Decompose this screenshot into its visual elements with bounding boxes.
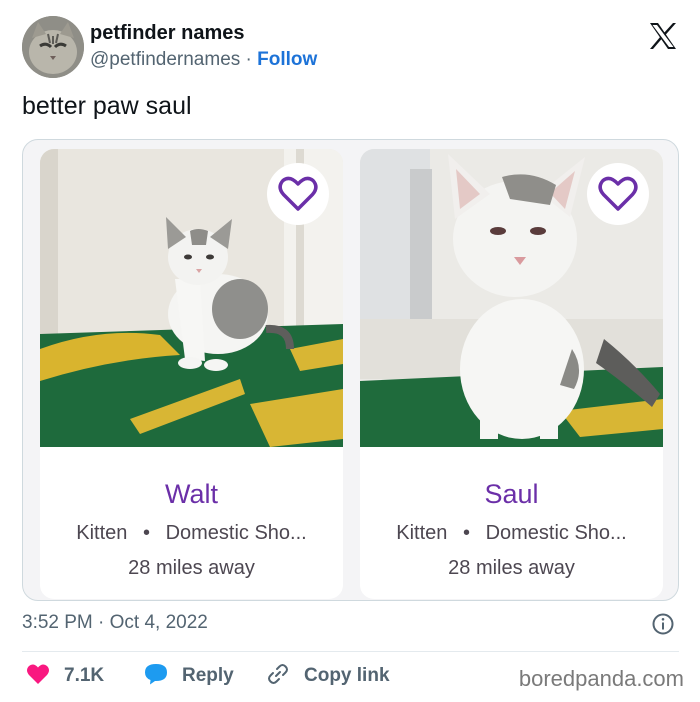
- tweet-media[interactable]: Walt Kitten • Domestic Sho... 28 miles a…: [22, 139, 679, 601]
- tweet-header: petfinder names @petfindernames · Follow: [22, 16, 682, 78]
- pet-distance: 28 miles away: [448, 557, 575, 579]
- pet-breed: Domestic Sho...: [485, 522, 627, 544]
- link-icon: [266, 662, 290, 691]
- pet-age: Kitten: [76, 522, 128, 544]
- x-logo-icon[interactable]: [648, 22, 678, 50]
- copy-link-label: Copy link: [304, 665, 390, 686]
- pet-distance: 28 miles away: [128, 557, 255, 579]
- speech-bubble-icon: [144, 663, 168, 690]
- info-icon[interactable]: [652, 613, 674, 635]
- pet-name[interactable]: Saul: [360, 479, 663, 510]
- pet-card[interactable]: Saul Kitten • Domestic Sho... 28 miles a…: [360, 149, 663, 599]
- pet-card-info: Walt Kitten • Domestic Sho... 28 miles a…: [40, 447, 343, 599]
- reply-button[interactable]: Reply: [144, 660, 234, 692]
- heart-filled-icon: [26, 663, 50, 690]
- follow-button[interactable]: Follow: [257, 49, 317, 70]
- like-button[interactable]: 7.1K: [26, 660, 104, 692]
- separator-dot: ·: [245, 49, 252, 70]
- tweet-timestamp[interactable]: 3:52 PM · Oct 4, 2022: [22, 612, 208, 634]
- bullet-separator: •: [142, 522, 150, 544]
- divider: [22, 651, 679, 652]
- author-handle[interactable]: @petfindernames: [90, 49, 240, 70]
- favorite-heart-icon[interactable]: [267, 163, 329, 225]
- tweet-actions: 7.1K Reply Copy link: [22, 660, 482, 692]
- copy-link-button[interactable]: Copy link: [266, 660, 390, 692]
- tweet-text: better paw saul: [22, 92, 192, 120]
- pet-card-info: Saul Kitten • Domestic Sho... 28 miles a…: [360, 447, 663, 599]
- favorite-heart-icon[interactable]: [587, 163, 649, 225]
- watermark: boredpanda.com: [518, 666, 684, 691]
- like-count: 7.1K: [64, 665, 105, 686]
- pet-meta: Kitten • Domestic Sho...: [360, 522, 663, 545]
- pet-meta: Kitten • Domestic Sho...: [40, 522, 343, 545]
- reply-label: Reply: [182, 665, 234, 686]
- avatar[interactable]: [22, 16, 84, 78]
- pet-card[interactable]: Walt Kitten • Domestic Sho... 28 miles a…: [40, 149, 343, 599]
- author-handle-line: @petfindernames · Follow: [90, 49, 317, 71]
- pet-breed: Domestic Sho...: [165, 522, 307, 544]
- pet-age: Kitten: [396, 522, 448, 544]
- bullet-separator: •: [462, 522, 470, 544]
- author-name[interactable]: petfinder names: [90, 22, 244, 45]
- pet-name[interactable]: Walt: [40, 479, 343, 510]
